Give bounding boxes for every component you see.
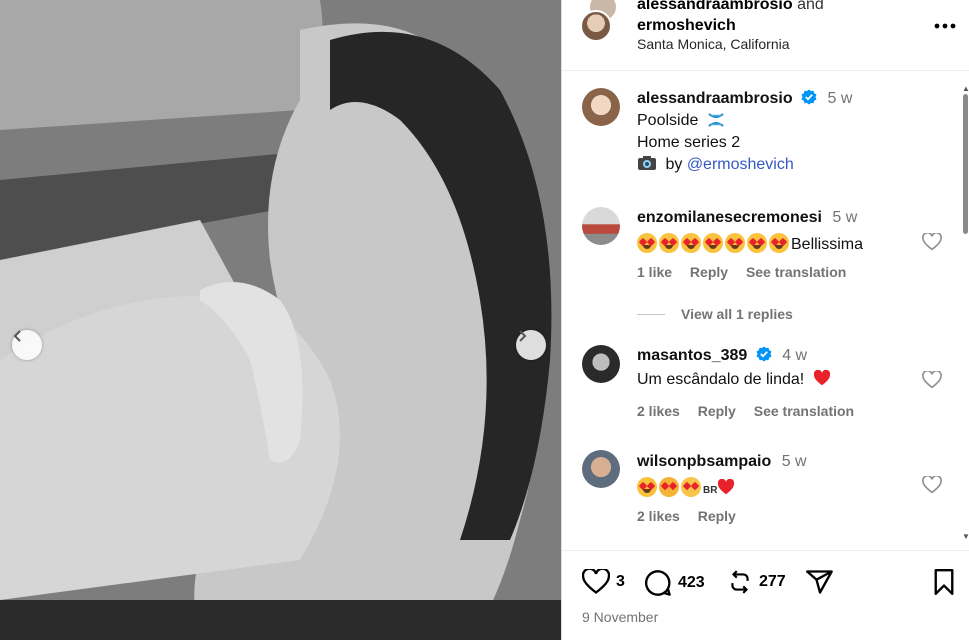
send-icon [806, 570, 833, 594]
scrollbar-thumb[interactable] [963, 94, 968, 234]
post-caption: alessandraambrosio 5 w Poolside Home ser… [637, 88, 852, 176]
comment-3-meta: 2 likes Reply [637, 508, 750, 524]
comment-avatar[interactable] [582, 450, 620, 488]
caption-line-2: Home series 2 [637, 134, 741, 151]
winking-kiss-emoji-icon [659, 477, 679, 497]
heart-eyes-emoji-icon [725, 233, 745, 253]
comment-text: Bellissima [791, 236, 864, 253]
like-comment-heart-icon[interactable] [922, 371, 942, 389]
repost-count: 277 [759, 573, 786, 590]
heart-eyes-emoji-icon [747, 233, 767, 253]
heart-eyes-emoji-icon [703, 233, 723, 253]
comment-likes[interactable]: 2 likes [637, 508, 680, 524]
comment-time[interactable]: 5 w [832, 209, 857, 226]
chevron-left-icon [13, 330, 21, 342]
replies-divider [637, 313, 665, 315]
comment-3: wilsonpbsampaio 5 w BR [637, 451, 807, 502]
scroll-up-arrow[interactable]: ▲ [962, 84, 969, 93]
comment-likes[interactable]: 2 likes [637, 403, 680, 419]
save-button[interactable] [932, 569, 962, 595]
heart-eyes-emoji-icon [769, 233, 789, 253]
share-button[interactable] [806, 569, 840, 595]
more-options-button[interactable] [934, 12, 956, 35]
caption-by: by [665, 156, 683, 173]
comment-button[interactable]: 423 [644, 569, 705, 597]
heart-eyes-emoji-icon [659, 233, 679, 253]
comment-username[interactable]: wilsonpbsampaio [637, 453, 771, 470]
like-comment-heart-icon[interactable] [922, 233, 942, 251]
red-heart-emoji-icon [718, 478, 735, 495]
post-photo [0, 0, 561, 640]
caption-time[interactable]: 5 w [828, 90, 853, 107]
post-actions-bar: 3 423 277 9 November [562, 550, 969, 640]
comment-count: 423 [678, 574, 705, 591]
comment-time[interactable]: 4 w [782, 347, 807, 364]
see-translation-button[interactable]: See translation [746, 264, 846, 280]
like-comment-heart-icon[interactable] [922, 476, 942, 494]
comment-1-meta: 1 like Reply See translation [637, 264, 860, 280]
coauthor-username[interactable]: ermoshevich [637, 17, 736, 34]
comment-username[interactable]: enzomilanesecremonesi [637, 209, 822, 226]
reply-button[interactable]: Reply [690, 264, 728, 280]
heart-eyes-emoji-icon [637, 477, 657, 497]
previous-photo-button[interactable] [12, 330, 42, 360]
post-date[interactable]: 9 November [582, 609, 658, 625]
comment-2: masantos_389 4 w Um escândalo de linda! [637, 345, 831, 391]
post-header: alessandraambrosio and ermoshevich Santa… [562, 0, 969, 71]
verified-badge-icon [756, 346, 772, 362]
comment-text: Um escândalo de linda! [637, 371, 805, 388]
smiling-hearts-emoji-icon [681, 477, 701, 497]
comment-icon [644, 570, 671, 596]
caption-mention-link[interactable]: @ermoshevich [687, 156, 794, 173]
like-count: 3 [616, 573, 625, 590]
comment-2-meta: 2 likes Reply See translation [637, 403, 868, 419]
heart-eyes-emoji-icon [681, 233, 701, 253]
verified-badge-icon [801, 89, 817, 105]
comment-time[interactable]: 5 w [782, 453, 807, 470]
caption-username[interactable]: alessandraambrosio [637, 90, 793, 107]
post-location[interactable]: Santa Monica, California [637, 36, 790, 52]
see-translation-button[interactable]: See translation [754, 403, 854, 419]
post-sidebar: alessandraambrosio and ermoshevich Santa… [561, 0, 969, 640]
comment-1: enzomilanesecremonesi 5 w Bellissima [637, 207, 863, 256]
camera-icon [638, 156, 656, 170]
photo-illustration [0, 0, 561, 640]
more-horizontal-icon [934, 23, 956, 29]
caption-line-1: Poolside [637, 112, 699, 129]
scroll-down-arrow[interactable]: ▼ [962, 532, 969, 541]
post-authors: alessandraambrosio and ermoshevich [637, 0, 824, 36]
reply-button[interactable]: Reply [698, 508, 736, 524]
bookmark-icon [934, 569, 954, 595]
repost-icon [731, 570, 749, 594]
reply-button[interactable]: Reply [698, 403, 736, 419]
comments-scrollbar[interactable] [962, 94, 969, 534]
author-username[interactable]: alessandraambrosio [637, 0, 793, 13]
heart-icon [582, 569, 610, 594]
next-photo-button[interactable] [516, 330, 546, 360]
comment-username[interactable]: masantos_389 [637, 347, 747, 364]
comment-likes[interactable]: 1 like [637, 264, 672, 280]
caption-author-avatar[interactable] [582, 88, 620, 126]
comment-avatar[interactable] [582, 207, 620, 245]
view-replies-label: View all 1 replies [681, 306, 793, 322]
author-avatar[interactable] [580, 10, 612, 42]
and-text: and [797, 0, 824, 13]
like-button[interactable]: 3 [582, 569, 625, 595]
red-heart-emoji-icon [813, 369, 830, 386]
heart-eyes-emoji-icon [637, 233, 657, 253]
flag-text: BR [703, 485, 718, 496]
comment-avatar[interactable] [582, 345, 620, 383]
dna-icon [708, 113, 724, 127]
repost-button[interactable]: 277 [727, 569, 786, 595]
view-replies-button[interactable]: View all 1 replies [637, 306, 793, 322]
chevron-right-icon [519, 330, 527, 342]
